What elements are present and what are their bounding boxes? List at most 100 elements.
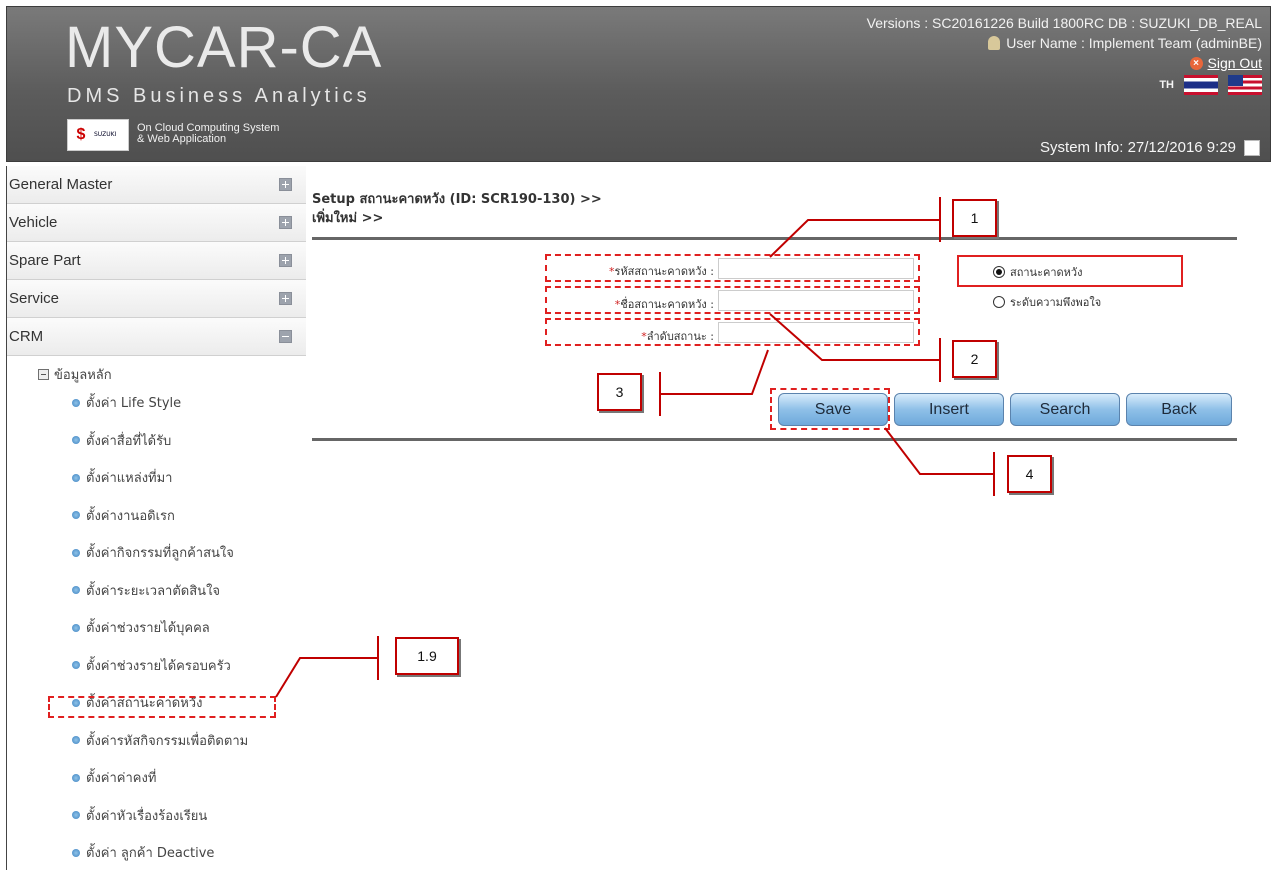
sidebar: General Master Vehicle Spare Part Servic… [6,166,306,870]
bullet-icon [72,398,80,407]
menu-label: Spare Part [9,252,81,269]
tree-item-complaint-topic[interactable]: ตั้งค่าหัวเรื่องร้องเรียน [37,797,306,835]
bullet-icon [72,811,80,820]
menu-vehicle[interactable]: Vehicle [7,204,306,242]
tree-item-hobby[interactable]: ตั้งค่างานอดิเรก [37,497,306,535]
tree-item-label: ตั้งค่าช่วงรายได้บุคคล [86,621,210,637]
bullet-icon [72,548,80,557]
signout-icon[interactable]: × [1189,56,1203,70]
expand-icon[interactable] [279,292,292,305]
tree-item-label: ตั้งค่าหัวเรื่องร้องเรียน [86,808,208,824]
menu-label: Service [9,290,60,307]
app-header: MYCAR-CA DMS Business Analytics $ SUZUKI… [6,6,1271,162]
highlight-save [770,388,890,430]
callout-1: 1 [952,199,997,237]
breadcrumb-line2: เพิ่มใหม่ >> [312,211,384,226]
tree-item-followup-code[interactable]: ตั้งค่ารหัสกิจกรรมเพื่อติดตาม [37,722,306,760]
tree-item-constant[interactable]: ตั้งค่าค่าคงที่ [37,759,306,797]
brand-logo: $ SUZUKI [67,119,129,151]
breadcrumb-line1: Setup สถานะคาดหวัง (ID: SCR190-130) >> [312,192,602,207]
highlight-menu-item [48,696,276,718]
header-info: Versions : SC20161226 Build 1800RC DB : … [867,13,1262,95]
bullet-icon [72,473,80,482]
tree-item-label: ตั้งค่าแหล่งที่มา [86,471,173,487]
back-button[interactable]: Back [1126,393,1232,426]
cloud-tagline: On Cloud Computing System & Web Applicat… [137,123,279,145]
tree-item-label: ตั้งค่าค่าคงที่ [86,771,157,787]
tree-item-decision-time[interactable]: ตั้งค่าระยะเวลาตัดสินใจ [37,572,306,610]
menu-spare-part[interactable]: Spare Part [7,242,306,280]
bullet-icon [72,511,80,520]
highlight-radio [957,255,1183,287]
brand-small-text: SUZUKI [94,131,117,138]
bullet-icon [72,661,80,670]
tree-item-interest[interactable]: ตั้งค่ากิจกรรมที่ลูกค้าสนใจ [37,534,306,572]
highlight-field-1 [545,254,920,282]
signout-row[interactable]: × Sign Out [867,53,1262,73]
expand-icon[interactable] [279,178,292,191]
bullet-icon [72,436,80,445]
menu-label: CRM [9,328,44,345]
menu-crm[interactable]: CRM [7,318,306,356]
highlight-field-3 [545,318,920,346]
tree-item-lifestyle[interactable]: ตั้งค่า Life Style [37,384,306,422]
bullet-icon [72,623,80,632]
collapse-icon[interactable] [38,368,49,380]
tree-item-label: ตั้งค่า ลูกค้า Deactive [86,846,215,862]
radio-unchecked-icon[interactable] [993,296,1005,308]
system-info: System Info: 27/12/2016 9:29 [1040,139,1260,156]
suzuki-logo-icon: $ [76,126,86,143]
tree-item-personal-income[interactable]: ตั้งค่าช่วงรายได้บุคคล [37,609,306,647]
tree-root-master-data[interactable]: ข้อมูลหลัก [38,364,306,384]
app-logo-subtitle: DMS Business Analytics [67,85,371,107]
thai-flag-icon[interactable] [1184,75,1218,95]
callout-1-9: 1.9 [395,637,459,675]
bottom-divider [312,438,1237,441]
radio-satisfaction-level[interactable]: ระดับความพึงพอใจ [993,293,1101,311]
version-text: Versions : SC20161226 Build 1800RC DB : … [866,15,1262,31]
callout-3: 3 [597,373,642,411]
user-row: User Name : Implement Team (adminBE) [867,33,1262,53]
top-divider [312,237,1237,240]
us-flag-icon[interactable] [1228,75,1262,95]
menu-label: Vehicle [9,214,58,231]
tree-item-label: ตั้งค่างานอดิเรก [86,508,175,524]
system-info-checkbox[interactable] [1244,139,1260,156]
menu-general-master[interactable]: General Master [7,166,306,204]
menu-label: General Master [9,176,113,193]
bullet-icon [72,586,80,595]
search-button[interactable]: Search [1010,393,1120,426]
bullet-icon [72,773,80,782]
bullet-icon [72,848,80,857]
menu-service[interactable]: Service [7,280,306,318]
breadcrumb: Setup สถานะคาดหวัง (ID: SCR190-130) >> เ… [312,190,602,228]
signout-link[interactable]: Sign Out [1208,53,1262,73]
tree-item-label: ตั้งค่า Life Style [86,396,182,412]
system-info-text: System Info: 27/12/2016 9:29 [1040,139,1236,156]
language-selector: TH [867,75,1262,95]
callout-2: 2 [952,340,997,378]
tree-item-label: ตั้งค่ากิจกรรมที่ลูกค้าสนใจ [86,546,234,562]
tree-item-customer-deactive[interactable]: ตั้งค่า ลูกค้า Deactive [37,834,306,870]
cloud-tagline-line2: & Web Application [137,133,227,145]
tree-item-media[interactable]: ตั้งค่าสื่อที่ได้รับ [37,422,306,460]
tree-item-family-income[interactable]: ตั้งค่าช่วงรายได้ครอบครัว [37,647,306,685]
tree-item-label: ตั้งค่ารหัสกิจกรรมเพื่อติดตาม [86,733,249,749]
user-icon [988,36,1001,50]
tree-item-label: ตั้งค่าระยะเวลาตัดสินใจ [86,583,221,599]
radio-label: ระดับความพึงพอใจ [1010,296,1102,309]
language-label: TH [1159,79,1174,91]
user-name-text: User Name : Implement Team (adminBE) [1006,35,1262,51]
expand-icon[interactable] [279,254,292,267]
tree-item-label: ตั้งค่าสื่อที่ได้รับ [86,433,172,449]
callout-4: 4 [1007,455,1052,493]
tree-item-source[interactable]: ตั้งค่าแหล่งที่มา [37,459,306,497]
collapse-icon[interactable] [279,330,292,343]
tree-root-label: ข้อมูลหลัก [54,367,112,383]
highlight-field-2 [545,286,920,314]
crm-tree: ข้อมูลหลัก ตั้งค่า Life Style ตั้งค่าสื่… [7,356,306,870]
expand-icon[interactable] [279,216,292,229]
insert-button[interactable]: Insert [894,393,1004,426]
bullet-icon [72,736,80,745]
app-logo-title: MYCAR-CA [65,15,383,80]
